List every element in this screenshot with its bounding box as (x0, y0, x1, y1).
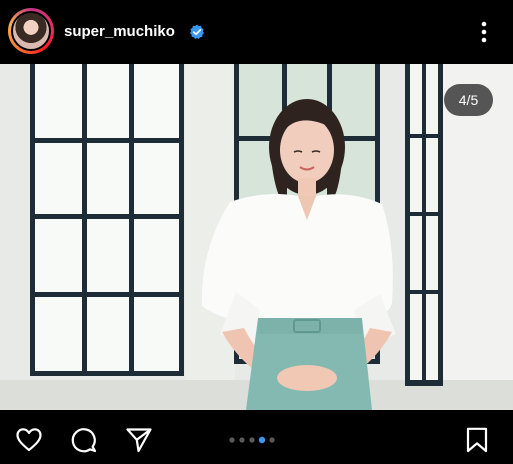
carousel-dot-1 (229, 437, 235, 443)
post-header: super_muchiko (0, 0, 513, 64)
left-window (30, 64, 184, 376)
heart-icon[interactable] (15, 426, 43, 454)
carousel-dot-3 (249, 437, 255, 443)
post-actions (0, 410, 513, 464)
send-icon[interactable] (125, 426, 153, 454)
right-window (405, 64, 443, 386)
comment-icon[interactable] (70, 426, 98, 454)
more-options-icon[interactable] (474, 18, 494, 46)
verified-badge-icon (190, 24, 204, 39)
post-photo[interactable]: 4/5 (0, 64, 513, 410)
carousel-dot-2 (239, 437, 245, 443)
carousel-dot-active (258, 436, 266, 444)
username-link[interactable]: super_muchiko (64, 23, 175, 40)
carousel-dots (229, 436, 275, 444)
carousel-counter: 4/5 (444, 84, 493, 116)
photo-illustration (0, 64, 513, 410)
avatar-image (11, 11, 51, 51)
bookmark-icon[interactable] (463, 426, 491, 454)
profile-avatar[interactable] (8, 8, 54, 54)
carousel-dot-5 (269, 437, 275, 443)
